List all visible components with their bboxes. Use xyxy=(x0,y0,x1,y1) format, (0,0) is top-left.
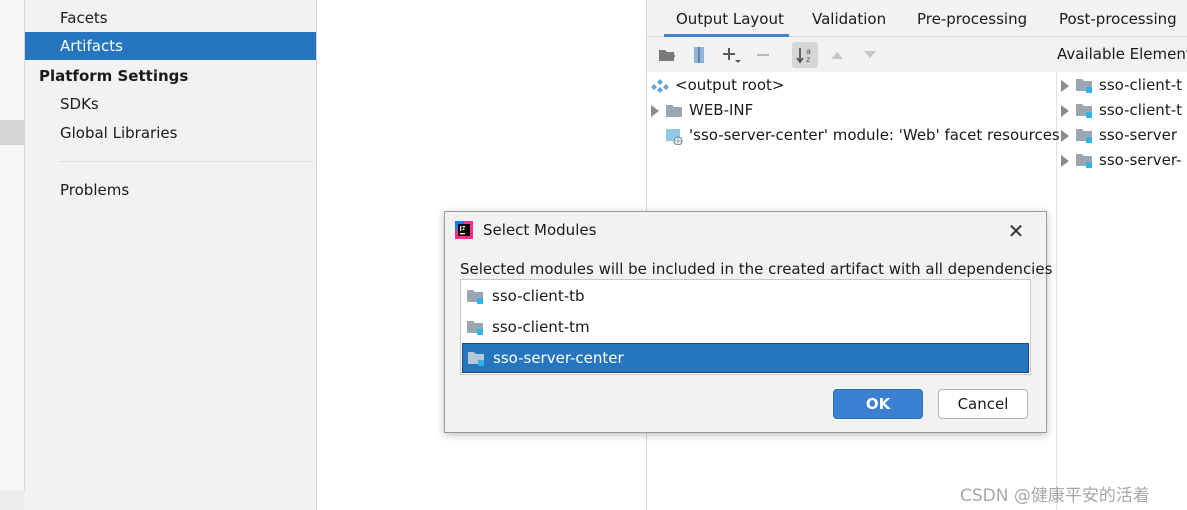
available-item[interactable]: sso-client-t xyxy=(1061,98,1182,123)
gutter-bottom xyxy=(0,490,25,510)
settings-sidebar: Facets Artifacts Platform Settings SDKs … xyxy=(25,0,317,510)
module-item-sso-server-center[interactable]: sso-server-center xyxy=(462,343,1029,373)
tree-facet-resources[interactable]: 'sso-server-center' module: 'Web' facet … xyxy=(651,123,1060,148)
module-folder-icon xyxy=(1076,104,1092,118)
artifact-tabs: Output Layout Validation Pre-processing … xyxy=(647,0,1187,37)
available-elements-title: Available Element xyxy=(1057,45,1187,63)
expand-arrow-icon[interactable] xyxy=(1061,104,1069,117)
module-folder-icon xyxy=(467,320,483,335)
create-directory-icon[interactable] xyxy=(656,44,678,66)
module-folder-icon xyxy=(1076,154,1092,168)
available-item[interactable]: sso-server- xyxy=(1061,148,1181,173)
module-folder-icon xyxy=(1076,129,1092,143)
module-item-sso-client-tb[interactable]: sso-client-tb xyxy=(462,281,1029,311)
module-label: sso-client-tb xyxy=(492,287,585,305)
output-layout-toolbar: az xyxy=(647,37,1057,72)
sidebar-separator xyxy=(59,161,314,162)
watermark: CSDN @健康平安的活着 xyxy=(960,486,1150,506)
sort-elements-icon[interactable]: az xyxy=(792,42,818,68)
available-elements-header: Available Element xyxy=(1057,37,1187,72)
available-item[interactable]: sso-client-t xyxy=(1061,73,1182,98)
tab-pre-processing[interactable]: Pre-processing xyxy=(917,0,1027,37)
sidebar-item-facets[interactable]: Facets xyxy=(25,4,316,32)
module-item-sso-client-tm[interactable]: sso-client-tm xyxy=(462,312,1029,342)
tree-web-inf[interactable]: WEB-INF xyxy=(651,98,753,123)
expand-arrow-icon[interactable] xyxy=(1061,154,1069,167)
expand-arrow-icon[interactable] xyxy=(651,104,659,117)
available-label: sso-server xyxy=(1099,126,1177,144)
dialog-description: Selected modules will be included in the… xyxy=(460,260,1053,278)
intellij-logo-icon xyxy=(455,221,473,239)
dialog-title: Select Modules xyxy=(483,221,597,239)
expand-arrow-icon[interactable] xyxy=(1061,79,1069,92)
create-archive-icon[interactable] xyxy=(688,44,710,66)
web-facet-icon xyxy=(666,128,683,145)
tab-output-layout[interactable]: Output Layout xyxy=(664,0,789,37)
output-root-icon xyxy=(651,78,669,93)
available-label: sso-server- xyxy=(1099,151,1182,169)
select-modules-dialog: Select Modules ✕ Selected modules will b… xyxy=(444,211,1052,433)
tab-validation[interactable]: Validation xyxy=(812,0,886,37)
available-label: sso-client-t xyxy=(1099,101,1182,119)
move-up-icon[interactable] xyxy=(826,44,848,66)
tab-post-processing[interactable]: Post-processing xyxy=(1059,0,1177,37)
cancel-button[interactable]: Cancel xyxy=(938,389,1028,419)
add-copy-icon[interactable] xyxy=(720,44,742,66)
module-folder-icon xyxy=(468,351,484,366)
module-folder-icon xyxy=(1076,79,1092,93)
module-label: sso-server-center xyxy=(493,349,624,367)
available-item[interactable]: sso-server xyxy=(1061,123,1177,148)
tree-label: 'sso-server-center' module: 'Web' facet … xyxy=(689,126,1060,144)
platform-settings-heading: Platform Settings xyxy=(39,67,189,85)
available-label: sso-client-t xyxy=(1099,76,1182,94)
svg-text:z: z xyxy=(806,55,810,64)
module-list[interactable]: sso-client-tb sso-client-tm sso-server-c… xyxy=(460,279,1031,375)
tree-label: <output root> xyxy=(675,76,785,94)
gutter-selection xyxy=(0,120,25,145)
move-down-icon[interactable] xyxy=(859,44,881,66)
ok-button[interactable]: OK xyxy=(833,389,923,419)
sidebar-item-sdks[interactable]: SDKs xyxy=(25,90,316,118)
expand-arrow-icon[interactable] xyxy=(1061,129,1069,142)
folder-icon xyxy=(666,105,682,117)
remove-icon[interactable] xyxy=(752,44,774,66)
tree-label: WEB-INF xyxy=(689,101,754,119)
sidebar-item-problems[interactable]: Problems xyxy=(25,176,316,204)
module-folder-icon xyxy=(467,289,483,304)
tree-output-root[interactable]: <output root> xyxy=(651,73,784,98)
close-icon[interactable]: ✕ xyxy=(1005,220,1027,242)
module-label: sso-client-tm xyxy=(492,318,590,336)
sidebar-item-artifacts[interactable]: Artifacts xyxy=(25,32,316,60)
sidebar-item-global-libraries[interactable]: Global Libraries xyxy=(25,119,316,147)
left-gutter xyxy=(0,0,25,510)
